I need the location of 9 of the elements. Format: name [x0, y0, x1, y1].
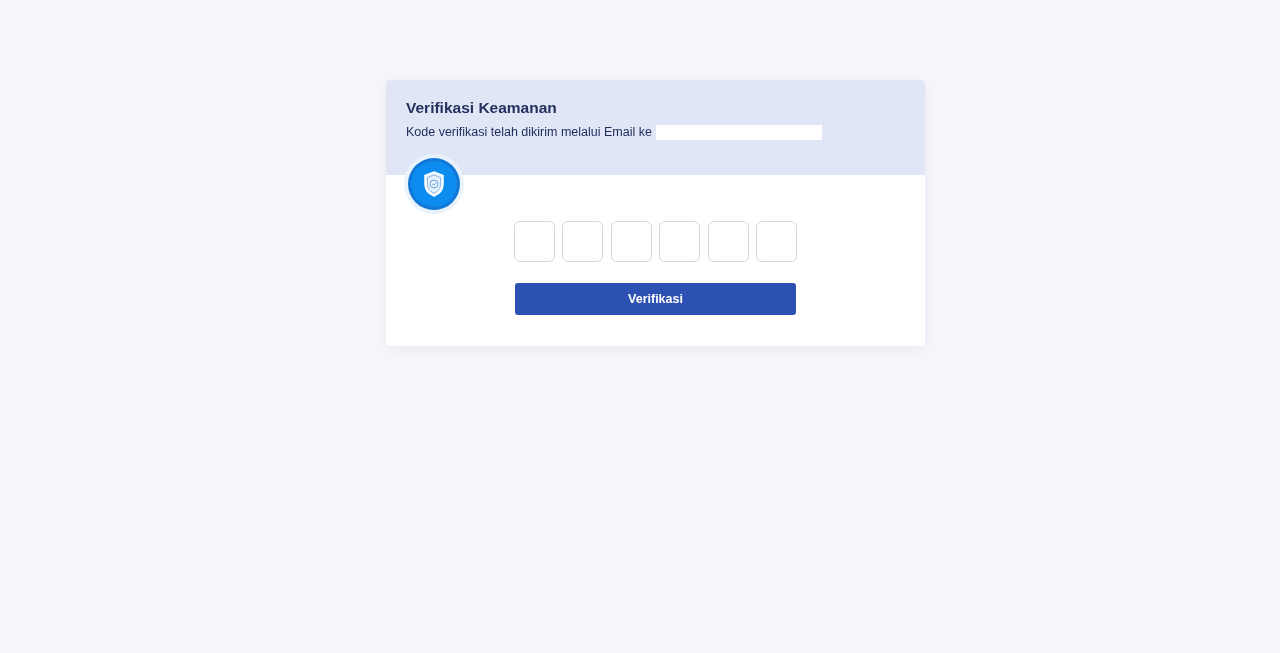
- verification-message: Kode verifikasi telah dikirim melalui Email ke: [406, 124, 652, 140]
- code-digit-field[interactable]: [707, 221, 749, 262]
- code-digit-field[interactable]: [659, 221, 701, 262]
- code-digit-field[interactable]: [513, 221, 555, 262]
- code-digit-field[interactable]: [610, 221, 652, 262]
- card-title: Verifikasi Keamanan: [406, 98, 557, 118]
- code-digit-field[interactable]: [756, 221, 798, 262]
- code-digit-field[interactable]: [562, 221, 604, 262]
- verify-button[interactable]: Verifikasi: [515, 283, 796, 315]
